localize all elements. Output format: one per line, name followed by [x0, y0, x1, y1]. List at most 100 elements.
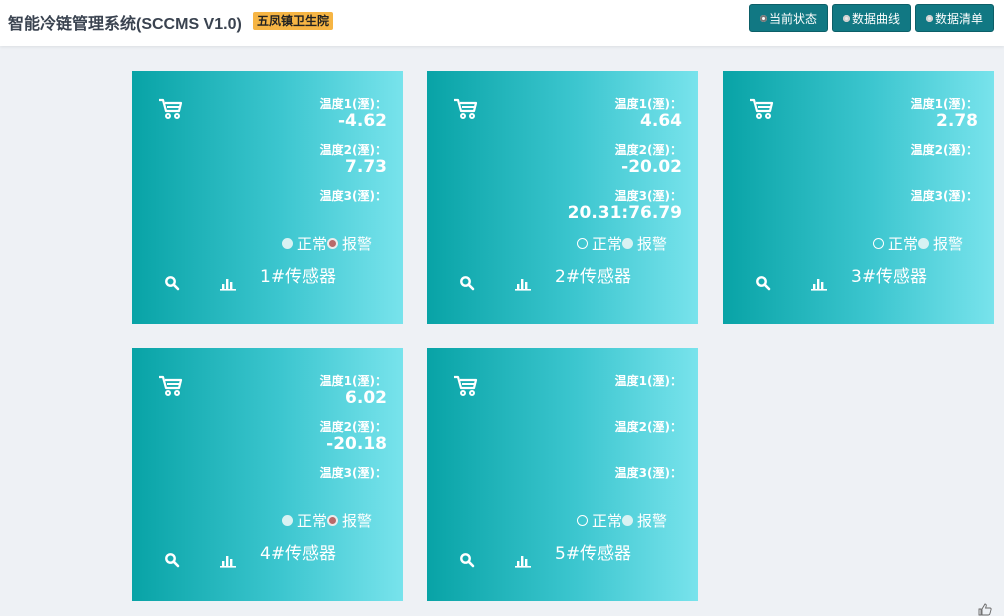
temp2-label: 温度2(溼)： [614, 420, 682, 434]
temp3-reading: 温度3(溼)： [615, 466, 682, 500]
search-icon[interactable] [459, 552, 475, 568]
normal-label: 正常 [297, 235, 328, 253]
status-indicator: 正常 报警 [577, 233, 667, 254]
card-tools [164, 275, 236, 293]
temp3-reading: 温度3(溼)： [911, 189, 978, 223]
status-indicator: 正常 报警 [282, 510, 372, 531]
normal-radio [873, 238, 884, 249]
normal-label: 正常 [592, 235, 623, 253]
normal-label: 正常 [888, 235, 919, 253]
top-bar: 智能冷链管理系统(SCCMS V1.0) 五凤镇卫生院 当前状态 数据曲线 数据… [0, 0, 1004, 46]
temp1-label: 温度1(溼)： [319, 97, 387, 111]
temp2-label: 温度2(溼)： [319, 143, 387, 157]
temp3-reading: 温度3(溼)： 20.31:76.79 [568, 189, 682, 223]
temp1-reading: 温度1(溼)： -4.62 [320, 97, 387, 131]
sensor-card-4: 温度1(溼)： 6.02 温度2(溼)： -20.18 温度3(溼)： 正常 报… [132, 348, 403, 601]
thumb-icon [978, 603, 992, 616]
sensor-name: 5#传感器 [555, 544, 632, 564]
cart-icon [750, 98, 774, 119]
search-icon[interactable] [164, 552, 180, 568]
temp2-value [615, 434, 682, 454]
temp3-reading: 温度3(溼)： [320, 189, 387, 223]
normal-label: 正常 [592, 512, 623, 530]
temp1-label: 温度1(溼)： [319, 374, 387, 388]
temp3-value [320, 480, 387, 500]
card-tools [164, 552, 236, 570]
temp2-value: -20.02 [621, 157, 682, 177]
bar-chart-icon[interactable] [515, 277, 531, 291]
alarm-radio [918, 238, 930, 249]
radio-dot-icon [925, 14, 933, 22]
sensor-card-3: 温度1(溼)： 2.78 温度2(溼)： 温度3(溼)： 正常 报警 3#传感器 [723, 71, 994, 324]
temp1-value: 4.64 [640, 111, 682, 131]
bar-chart-icon[interactable] [220, 554, 236, 568]
normal-radio [282, 238, 293, 249]
alarm-radio [327, 238, 339, 249]
status-indicator: 正常 报警 [873, 233, 963, 254]
card-tools [459, 275, 531, 293]
temp3-label: 温度3(溼)： [614, 466, 682, 480]
top-nav: 当前状态 数据曲线 数据清单 [748, 4, 994, 32]
temp2-label: 温度2(溼)： [614, 143, 682, 157]
alarm-label: 报警 [342, 235, 373, 253]
normal-radio [577, 238, 588, 249]
normal-label: 正常 [297, 512, 328, 530]
temp3-reading: 温度3(溼)： [320, 466, 387, 500]
temp1-reading: 温度1(溼)： 6.02 [320, 374, 387, 408]
normal-radio [577, 515, 588, 526]
sensor-name: 1#传感器 [260, 267, 337, 287]
sensor-card-5: 温度1(溼)： 温度2(溼)： 温度3(溼)： 正常 报警 5#传感器 [427, 348, 698, 601]
cart-icon [159, 98, 183, 119]
temp3-label: 温度3(溼)： [319, 466, 387, 480]
alarm-label: 报警 [342, 512, 373, 530]
alarm-label: 报警 [637, 235, 668, 253]
temp1-value [615, 388, 682, 408]
alarm-radio [622, 515, 634, 526]
search-icon[interactable] [164, 275, 180, 291]
bar-chart-icon[interactable] [811, 277, 827, 291]
temp3-label: 温度3(溼)： [319, 189, 387, 203]
temp2-value: -20.18 [326, 434, 387, 454]
alarm-radio [622, 238, 634, 249]
card-tools [755, 275, 827, 293]
temp2-reading: 温度2(溼)： [911, 143, 978, 177]
sensor-name: 3#传感器 [851, 267, 928, 287]
nav-data-curve-button[interactable]: 数据曲线 [831, 4, 911, 32]
nav-current-status-button[interactable]: 当前状态 [748, 4, 828, 32]
sensor-name: 4#传感器 [260, 544, 337, 564]
temp1-label: 温度1(溼)： [614, 97, 682, 111]
nav-label: 数据曲线 [851, 11, 900, 26]
radio-dot-icon [842, 14, 850, 22]
card-tools [459, 552, 531, 570]
status-indicator: 正常 报警 [282, 233, 372, 254]
app-title: 智能冷链管理系统(SCCMS V1.0) [8, 16, 242, 33]
nav-label: 当前状态 [768, 11, 817, 26]
temp3-value [320, 203, 387, 223]
cart-icon [159, 375, 183, 396]
temp1-label: 温度1(溼)： [614, 374, 682, 388]
temp3-label: 温度3(溼)： [910, 189, 978, 203]
temp1-value: 6.02 [345, 388, 387, 408]
sensor-card-1: 温度1(溼)： -4.62 温度2(溼)： 7.73 温度3(溼)： 正常 报警… [132, 71, 403, 324]
temp1-value: 2.78 [936, 111, 978, 131]
nav-data-list-button[interactable]: 数据清单 [914, 4, 994, 32]
temp2-value: 7.73 [345, 157, 387, 177]
temp1-label: 温度1(溼)： [910, 97, 978, 111]
status-indicator: 正常 报警 [577, 510, 667, 531]
temp2-value [911, 157, 978, 177]
temp3-value [615, 480, 682, 500]
search-icon[interactable] [755, 275, 771, 291]
temp2-reading: 温度2(溼)： -20.18 [320, 420, 387, 454]
sensor-name: 2#传感器 [555, 267, 632, 287]
temp1-reading: 温度1(溼)： 2.78 [911, 97, 978, 131]
temp1-reading: 温度1(溼)： 4.64 [615, 97, 682, 131]
cart-icon [454, 375, 478, 396]
search-icon[interactable] [459, 275, 475, 291]
temp3-value: 20.31:76.79 [567, 203, 682, 223]
radio-dot-icon [759, 14, 767, 22]
bar-chart-icon[interactable] [220, 277, 236, 291]
temp2-label: 温度2(溼)： [319, 420, 387, 434]
temp2-reading: 温度2(溼)： -20.02 [615, 143, 682, 177]
temp3-label: 温度3(溼)： [614, 189, 682, 203]
bar-chart-icon[interactable] [515, 554, 531, 568]
